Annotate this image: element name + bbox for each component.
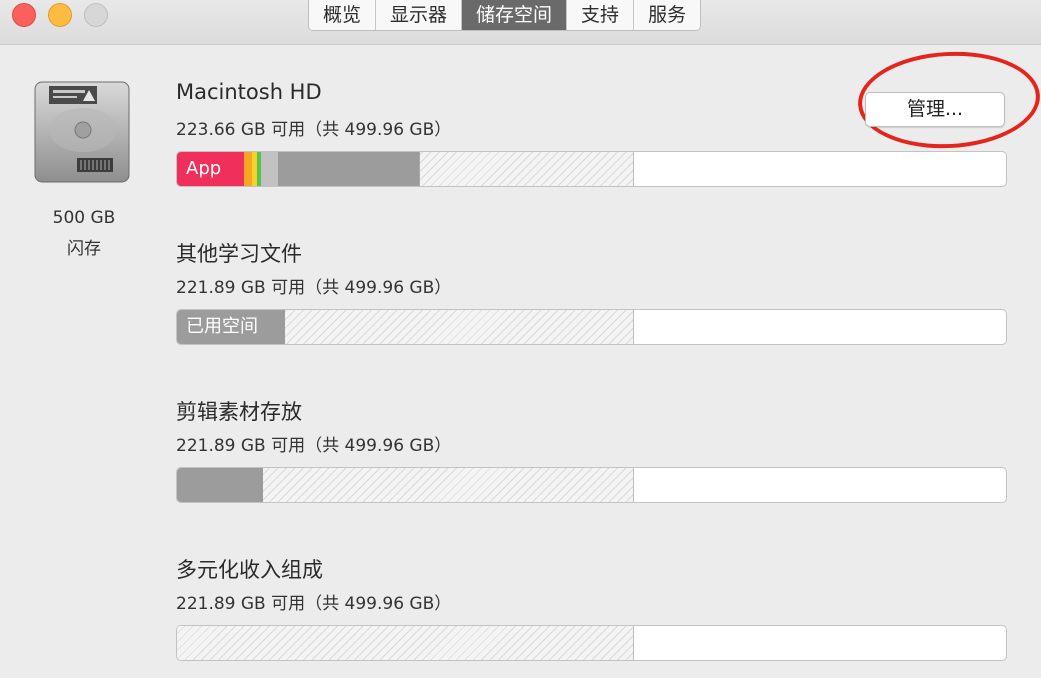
bar-segment-used: 已用空间 xyxy=(177,310,285,344)
bar-segment-used xyxy=(177,468,263,502)
tab-bar: 概览 显示器 储存空间 支持 服务 xyxy=(308,0,702,31)
disk-type: 闪存 xyxy=(67,239,101,259)
tab-displays[interactable]: 显示器 xyxy=(376,0,463,30)
storage-bar: 已用空间 xyxy=(176,309,1007,345)
volume-available: 221.89 GB 可用（共 499.96 GB） xyxy=(176,278,452,298)
volume-available: 221.89 GB 可用（共 499.96 GB） xyxy=(176,436,452,456)
tab-service[interactable]: 服务 xyxy=(634,0,701,30)
volume-name: 其他学习文件 xyxy=(176,242,302,266)
storage-bar: App xyxy=(176,151,1007,187)
disk-capacity: 500 GB xyxy=(52,208,116,228)
zoom-window-button[interactable] xyxy=(84,3,108,27)
bar-segment-label: App xyxy=(186,158,222,179)
window-titlebar: 概览 显示器 储存空间 支持 服务 xyxy=(0,0,1041,45)
manage-button[interactable]: 管理... xyxy=(865,92,1005,127)
storage-bar xyxy=(176,625,1007,661)
storage-bar xyxy=(176,467,1007,503)
minimize-window-button[interactable] xyxy=(48,3,72,27)
volume-available: 223.66 GB 可用（共 499.96 GB） xyxy=(176,120,452,140)
volume-available: 221.89 GB 可用（共 499.96 GB） xyxy=(176,594,452,614)
bar-segment-apps: App xyxy=(177,152,244,186)
volume-name: Macintosh HD xyxy=(176,80,322,104)
hard-drive-icon xyxy=(33,80,131,184)
tab-storage[interactable]: 储存空间 xyxy=(462,0,568,30)
bar-segment-label: 已用空间 xyxy=(186,316,258,337)
bar-segment-dark-gray xyxy=(278,152,420,186)
close-window-button[interactable] xyxy=(12,3,36,27)
tab-support[interactable]: 支持 xyxy=(567,0,635,30)
volume-name: 多元化收入组成 xyxy=(176,558,323,582)
tab-overview[interactable]: 概览 xyxy=(309,0,377,30)
bar-segment-light-gray xyxy=(261,152,278,186)
bar-free-hatch xyxy=(177,626,634,660)
bar-segment-orange xyxy=(244,152,252,186)
volume-name: 剪辑素材存放 xyxy=(176,400,302,424)
